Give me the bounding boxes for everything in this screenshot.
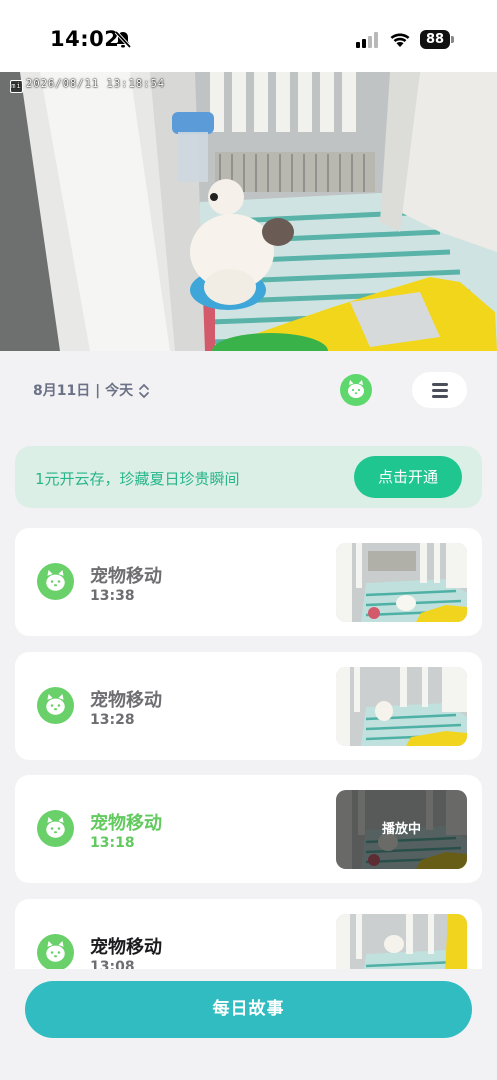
event-title: 宠物移动: [90, 566, 162, 587]
daily-story-button[interactable]: 每日故事: [25, 981, 472, 1038]
pet-event-icon: [37, 563, 74, 600]
promo-text: 1元开云存，珍藏夏日珍贵瞬间: [35, 470, 240, 488]
event-card-playing[interactable]: 宠物移动 13:18 播放中: [15, 775, 482, 883]
bell-muted-icon: [114, 30, 132, 49]
status-time: 14:02: [50, 27, 120, 51]
status-bar: 14:02 88: [0, 0, 497, 72]
menu-icon: [412, 372, 467, 408]
event-time: 13:08: [90, 959, 135, 969]
pet-filter-button[interactable]: [340, 374, 372, 406]
event-thumbnail[interactable]: [336, 543, 467, 622]
pet-event-icon: [37, 934, 74, 969]
wifi-icon: [390, 33, 410, 47]
mi-logo-icon: mi: [10, 80, 23, 93]
event-time: 13:18: [90, 835, 135, 851]
pet-face-icon: [348, 380, 364, 398]
chevron-up-down-icon[interactable]: [138, 383, 150, 399]
camera-timestamp-text: 2026/08/11 13:18:54: [26, 78, 166, 90]
cellular-signal-icon: [356, 32, 378, 48]
event-card[interactable]: 宠物移动 13:28: [15, 652, 482, 760]
event-time: 13:38: [90, 588, 135, 604]
event-thumbnail[interactable]: [336, 914, 467, 969]
event-card[interactable]: 宠物移动 13:08: [15, 899, 482, 969]
cloud-storage-promo: 1元开云存，珍藏夏日珍贵瞬间 点击开通: [15, 446, 482, 508]
activate-cloud-button[interactable]: 点击开通: [354, 456, 462, 498]
camera-scene-image: [0, 72, 497, 351]
event-title: 宠物移动: [90, 813, 162, 834]
event-thumbnail[interactable]: [336, 667, 467, 746]
camera-timestamp: mi 2026/08/11 13:18:54: [10, 78, 165, 93]
date-picker[interactable]: 8月11日 | 今天: [33, 380, 133, 402]
event-card[interactable]: 宠物移动 13:38: [15, 528, 482, 636]
event-time: 13:28: [90, 712, 135, 728]
now-playing-label: 播放中: [336, 790, 467, 869]
pet-event-icon: [37, 810, 74, 847]
event-title: 宠物移动: [90, 690, 162, 711]
camera-live-view[interactable]: mi 2026/08/11 13:18:54: [0, 72, 497, 351]
event-title: 宠物移动: [90, 937, 162, 958]
pet-event-icon: [37, 687, 74, 724]
event-list[interactable]: 宠物移动 13:38 宠物移动 13:28 宠物移动 13:18 播放中 宠物移…: [0, 528, 497, 969]
battery-cap: [451, 36, 454, 43]
event-thumbnail[interactable]: 播放中: [336, 790, 467, 869]
menu-button[interactable]: [412, 372, 467, 408]
battery-icon: 88: [420, 30, 450, 49]
